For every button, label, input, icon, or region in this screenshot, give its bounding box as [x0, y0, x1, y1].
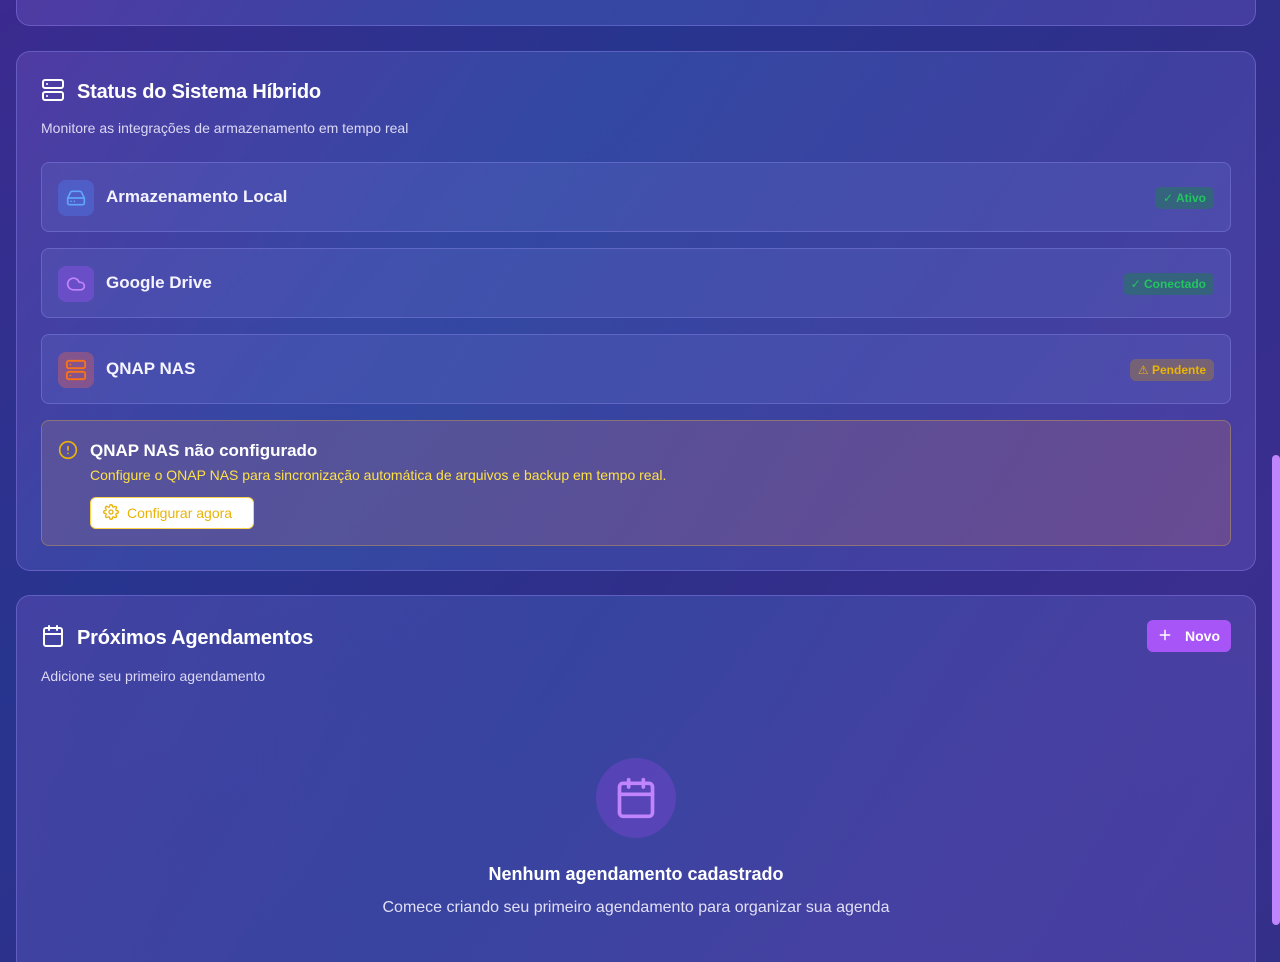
gear-icon — [103, 503, 119, 523]
status-card-title: Status do Sistema Híbrido — [77, 81, 321, 103]
scrollbar-thumb[interactable] — [1272, 455, 1280, 925]
calendar-icon — [596, 758, 676, 838]
upcoming-appointments-card: Próximos Agendamentos Novo Adicione seu … — [16, 595, 1256, 962]
status-badge: ✓ Conectado — [1122, 273, 1214, 295]
status-card-header: Status do Sistema Híbrido — [41, 78, 321, 107]
alert-circle-icon — [58, 440, 78, 465]
hard-drive-icon — [58, 180, 94, 216]
integration-name: QNAP NAS — [106, 359, 196, 378]
integration-name: Google Drive — [106, 273, 212, 292]
new-button-label: Novo — [1185, 628, 1220, 644]
server-icon — [41, 78, 65, 107]
plus-icon — [1157, 627, 1173, 646]
agenda-card-title: Próximos Agendamentos — [77, 627, 314, 649]
alert-text: Configure o QNAP NAS para sincronização … — [90, 467, 667, 483]
empty-state-title: Nenhum agendamento cadastrado — [488, 864, 784, 884]
alert-title: QNAP NAS não configurado — [90, 441, 318, 460]
server-icon — [58, 352, 94, 388]
integration-row-qnap-nas[interactable]: QNAP NAS ⚠ Pendente — [41, 334, 1231, 404]
hybrid-system-status-card: Status do Sistema Híbrido Monitore as in… — [16, 51, 1256, 571]
agenda-card-subtitle: Adicione seu primeiro agendamento — [41, 668, 266, 684]
status-badge: ✓ Ativo — [1155, 187, 1214, 209]
configure-now-label: Configurar agora — [127, 505, 233, 521]
cloud-icon — [58, 266, 94, 302]
status-card-subtitle: Monitore as integrações de armazenamento… — [41, 120, 409, 136]
new-appointment-button[interactable]: Novo — [1147, 620, 1231, 652]
status-badge: ⚠ Pendente — [1129, 359, 1214, 381]
configure-now-button[interactable]: Configurar agora — [90, 497, 254, 529]
integration-row-local-storage[interactable]: Armazenamento Local ✓ Ativo — [41, 162, 1231, 232]
empty-state-text: Comece criando seu primeiro agendamento … — [382, 899, 890, 916]
agenda-card-header: Próximos Agendamentos — [41, 624, 313, 653]
integration-name: Armazenamento Local — [106, 187, 288, 206]
calendar-icon — [41, 624, 65, 653]
previous-card — [16, 0, 1256, 26]
integration-row-google-drive[interactable]: Google Drive ✓ Conectado — [41, 248, 1231, 318]
qnap-not-configured-alert: QNAP NAS não configurado Configure o QNA… — [41, 420, 1231, 546]
